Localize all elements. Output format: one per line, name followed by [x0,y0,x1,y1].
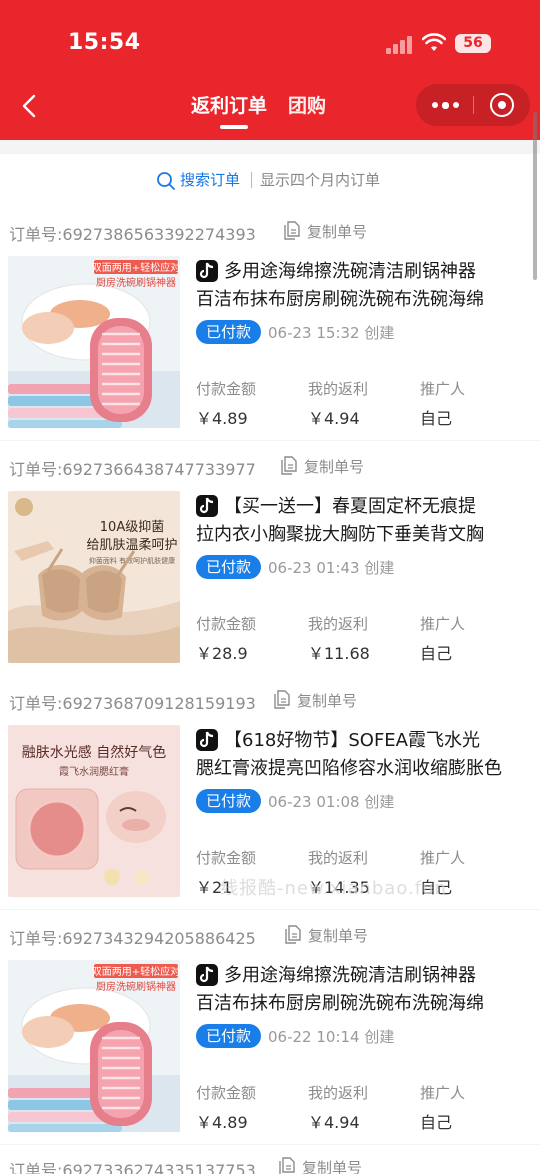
copy-order-label: 复制单号 [307,223,368,241]
thumb-caption: 厨房洗碗刷锅神器 [96,276,176,289]
product-title-line2[interactable]: 拉内衣小胸聚拢大胸防下垂美背文胸 [196,520,530,546]
app-root: 15:54 56 返利订单 团购 搜索订单 显示四个月内订单 订单号:69273… [0,0,540,1174]
tab-group-buy[interactable]: 团购 [288,91,326,118]
product-image-sponge[interactable]: 双面两用+轻松应对 厨房洗碗刷锅神器 [8,256,180,428]
order-number: 订单号:6927366438747733977 [9,460,256,479]
search-divider [251,172,252,188]
rebate-label: 我的返利 [308,380,369,398]
product-title-line2[interactable]: 百洁布抹布厨房刷碗洗碗布洗碗海绵 [196,285,530,311]
copy-icon [274,690,290,709]
copy-order-label: 复制单号 [302,1159,363,1174]
amount-value: ￥4.89 [196,1113,248,1132]
thumb-caption: 给肌肤温柔呵护 [86,538,177,553]
order-created-time: 06-23 01:08 创建 [268,793,395,811]
rebate-label: 我的返利 [308,1084,369,1102]
rebate-value: ￥11.68 [308,644,370,663]
order-number: 订单号:6927386563392274393 [9,225,256,244]
scrollbar[interactable] [533,112,537,280]
order-number: 订单号:6927368709128159193 [9,694,256,713]
copy-order-label: 复制单号 [308,927,369,945]
order-status-badge: 已付款 [196,320,261,344]
thumb-caption: 融肤水光感 自然好气色 [22,744,166,761]
order-status-badge: 已付款 [196,789,261,813]
amount-label: 付款金额 [196,615,257,633]
product-title-line2[interactable]: 腮红膏液提亮凹陷修容水润收缩膨胀色 [196,754,530,780]
miniprogram-capsule [416,84,530,126]
order-card[interactable]: 订单号:6927343294205886425 复制单号 双面两用+轻松应对 厨… [0,910,540,1144]
thumb-caption: 霞飞水润腮红膏 [59,765,129,778]
product-title-line1[interactable]: 【买一送一】春夏固定杯无痕提 [224,492,530,518]
watermark: 线报酷-new.xianbao.fun [220,878,447,899]
promoter-label: 推广人 [420,380,466,398]
product-title-line2[interactable]: 百洁布抹布厨房刷碗洗碗布洗碗海绵 [196,989,530,1015]
copy-icon [281,456,297,475]
search-icon [157,172,175,190]
order-status-badge: 已付款 [196,1024,261,1048]
rebate-value: ￥4.94 [308,1113,360,1132]
tab-rebate-orders[interactable]: 返利订单 [191,91,267,118]
search-hint: 显示四个月内订单 [260,171,381,189]
amount-label: 付款金额 [196,1084,257,1102]
rebate-label: 我的返利 [308,615,369,633]
copy-order-label: 复制单号 [297,692,358,710]
close-miniprogram-icon[interactable] [490,93,514,117]
status-bar: 15:54 56 [0,0,540,80]
copy-icon [279,1157,295,1174]
product-title-line1[interactable]: 【618好物节】SOFEA霞飞水光 [224,726,530,752]
promoter-value: 自己 [420,1113,453,1132]
rebate-value: ￥4.94 [308,409,360,428]
douyin-icon [196,260,218,282]
tab-active-indicator [220,125,248,129]
order-number: 订单号:6927336274335137753 [9,1161,256,1174]
amount-value: ￥28.9 [196,644,248,663]
order-status-badge: 已付款 [196,555,261,579]
promoter-value: 自己 [420,409,453,428]
more-icon[interactable] [416,84,473,126]
header-bar: 15:54 56 返利订单 团购 [0,0,540,140]
wifi-icon [422,33,446,51]
copy-icon [284,221,300,240]
thumb-caption: 双面两用+轻松应对 [92,261,180,274]
copy-order-label: 复制单号 [304,458,365,476]
thumb-caption: 10A级抑菌 [100,520,164,535]
order-created-time: 06-22 10:14 创建 [268,1028,395,1046]
promoter-value: 自己 [420,644,453,663]
search-bar[interactable]: 搜索订单 显示四个月内订单 [0,154,540,206]
thumb-caption: 厨房洗碗刷锅神器 [96,980,176,993]
status-time: 15:54 [68,30,141,55]
douyin-icon [196,495,218,517]
capsule-divider [473,96,474,114]
amount-label: 付款金额 [196,849,257,867]
douyin-icon [196,964,218,986]
product-image-blush[interactable]: 融肤水光感 自然好气色 霞飞水润腮红膏 [8,725,180,897]
amount-label: 付款金额 [196,380,257,398]
product-image-sponge[interactable]: 双面两用+轻松应对 厨房洗碗刷锅神器 [8,960,180,1132]
order-card[interactable]: 订单号:6927336274335137753 复制单号 [0,1145,540,1174]
search-orders-link[interactable]: 搜索订单 [180,169,240,190]
promoter-label: 推广人 [420,615,466,633]
order-number: 订单号:6927343294205886425 [9,929,256,948]
thumb-caption: 抑菌面料 有效呵护肌肤健康 [89,556,175,565]
douyin-icon [196,729,218,751]
promoter-label: 推广人 [420,1084,466,1102]
copy-icon [285,925,301,944]
order-created-time: 06-23 01:43 创建 [268,559,395,577]
order-created-time: 06-23 15:32 创建 [268,324,395,342]
product-image-bra[interactable]: 10A级抑菌 给肌肤温柔呵护 抑菌面料 有效呵护肌肤健康 [8,491,180,663]
thumb-caption: 双面两用+轻松应对 [92,965,180,978]
promoter-label: 推广人 [420,849,466,867]
product-title-line1[interactable]: 多用途海绵擦洗碗清洁刷锅神器 [224,961,530,987]
product-title-line1[interactable]: 多用途海绵擦洗碗清洁刷锅神器 [224,257,530,283]
rebate-label: 我的返利 [308,849,369,867]
amount-value: ￥4.89 [196,409,248,428]
back-icon[interactable] [14,88,46,124]
order-card[interactable]: 订单号:6927386563392274393 复制单号 双面两用+轻松应对 厨… [0,206,540,440]
battery-icon: 56 [455,34,491,53]
signal-icon [386,36,414,54]
order-card[interactable]: 订单号:6927366438747733977 复制单号 10A级抑菌 给肌肤温… [0,441,540,675]
